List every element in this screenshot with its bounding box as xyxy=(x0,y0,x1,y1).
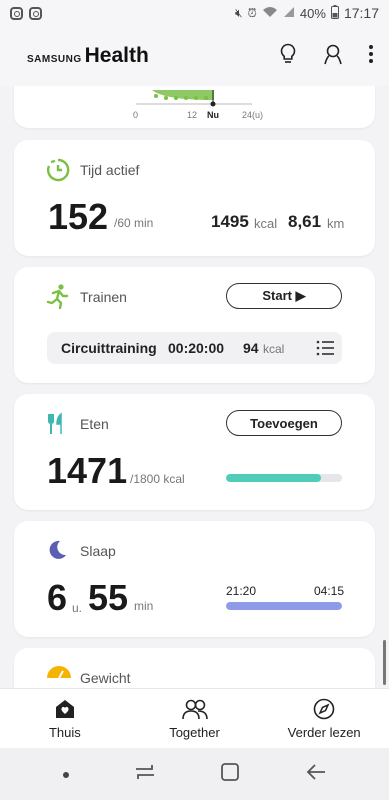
battery-icon xyxy=(330,4,339,22)
workout-duration: 00:20:00 xyxy=(168,340,225,356)
samsung-health-logo: SAMSUNG Health xyxy=(27,44,149,68)
active-minutes-value: 152 xyxy=(48,196,109,237)
back-icon[interactable] xyxy=(306,763,326,785)
food-card[interactable]: Eten Toevoegen 1471 /1800 kcal xyxy=(14,394,375,510)
bottom-navigation: Thuis Together Verder lezen xyxy=(0,688,389,748)
status-bar: 🔇︎ ⏰︎ 40% 17:17 xyxy=(0,0,389,26)
more-options-icon[interactable] xyxy=(369,44,373,68)
steps-chart xyxy=(136,90,252,107)
food-progress-track xyxy=(226,474,342,482)
fork-knife-icon xyxy=(46,412,66,441)
active-time-title: Tijd actief xyxy=(80,162,140,178)
sleep-card[interactable]: Slaap 6 u. 55 min 21:20 04:15 xyxy=(14,521,375,637)
running-icon xyxy=(46,283,70,314)
instagram-icon xyxy=(10,6,23,20)
active-kcal-value: 1495 xyxy=(211,212,249,231)
brand-health: Health xyxy=(84,44,149,67)
active-minutes-goal: /60 min xyxy=(114,216,154,230)
nav-together-label: Together xyxy=(169,724,220,740)
instagram-icon xyxy=(29,6,42,20)
sleep-end-time: 04:15 xyxy=(314,584,345,598)
people-icon xyxy=(181,698,208,723)
food-progress-fill xyxy=(226,474,321,482)
moon-icon xyxy=(46,539,68,566)
tick-24: 24(u) xyxy=(242,110,264,120)
workout-list-icon[interactable] xyxy=(316,340,334,361)
active-kcal-unit: kcal xyxy=(254,216,278,231)
nav-home-label: Thuis xyxy=(48,724,81,740)
sleep-hours-unit: u. xyxy=(72,601,83,615)
recent-workout-row[interactable]: Circuittraining 00:20:00 94 kcal xyxy=(47,332,342,364)
scrollbar[interactable] xyxy=(383,640,386,685)
sleep-minutes-unit: min xyxy=(134,599,154,613)
lightbulb-icon[interactable] xyxy=(279,43,297,70)
workout-kcal-value: 94 xyxy=(243,340,259,356)
dashboard-scroll[interactable]: 0 12 Nu 24(u) Tijd actief 152 /60 min 14… xyxy=(0,86,389,688)
wifi-icon xyxy=(262,6,278,21)
tick-12: 12 xyxy=(187,110,198,120)
active-km-value: 8,61 xyxy=(288,212,322,231)
timer-icon xyxy=(46,158,70,187)
nav-together[interactable]: Together xyxy=(130,689,260,748)
active-km-unit: km xyxy=(327,216,345,231)
exercise-title: Trainen xyxy=(80,289,127,305)
clock: 17:17 xyxy=(343,5,379,21)
start-exercise-button[interactable]: Start ▶ xyxy=(226,283,342,309)
nav-discover-label: Verder lezen xyxy=(287,724,361,740)
active-time-card[interactable]: Tijd actief 152 /60 min 1495 kcal 8,61 k… xyxy=(14,140,375,256)
sleep-bar-fill xyxy=(226,602,342,610)
sleep-title: Slaap xyxy=(80,543,116,559)
recent-apps-icon[interactable] xyxy=(135,763,155,786)
signal-icon xyxy=(283,6,295,21)
exercise-card[interactable]: Trainen Start ▶ Circuittraining 00:20:00… xyxy=(14,267,375,383)
workout-name: Circuittraining xyxy=(61,340,157,356)
nav-home[interactable]: Thuis xyxy=(0,689,130,748)
system-navigation-bar xyxy=(0,748,389,800)
steps-card[interactable]: 0 12 Nu 24(u) xyxy=(14,86,375,128)
app-bar: SAMSUNG Health xyxy=(0,26,389,86)
sleep-start-time: 21:20 xyxy=(226,584,257,598)
home-button-icon[interactable] xyxy=(220,762,240,787)
battery-percentage: 40% xyxy=(299,5,326,21)
profile-icon[interactable] xyxy=(323,43,343,70)
tick-0: 0 xyxy=(133,110,139,120)
compass-icon xyxy=(313,698,335,723)
dot-indicator-icon[interactable] xyxy=(62,765,69,783)
sleep-minutes-value: 55 xyxy=(88,577,129,618)
tick-now: Nu xyxy=(207,110,219,120)
sleep-bar-track xyxy=(226,602,342,610)
scale-icon xyxy=(46,666,72,685)
weight-card[interactable]: Gewicht xyxy=(14,648,375,688)
workout-kcal-unit: kcal xyxy=(263,342,285,356)
mute-icon: 🔇︎ xyxy=(234,5,243,20)
add-food-button[interactable]: Toevoegen xyxy=(226,410,342,436)
nav-discover[interactable]: Verder lezen xyxy=(259,689,389,748)
home-icon xyxy=(54,698,76,723)
food-kcal-goal: /1800 kcal xyxy=(130,472,185,486)
food-kcal-value: 1471 xyxy=(47,450,128,491)
alarm-icon: ⏰︎ xyxy=(247,5,257,20)
food-title: Eten xyxy=(80,416,109,432)
sleep-hours-value: 6 xyxy=(47,577,68,618)
weight-title: Gewicht xyxy=(80,670,131,686)
brand-samsung: SAMSUNG xyxy=(27,54,82,65)
